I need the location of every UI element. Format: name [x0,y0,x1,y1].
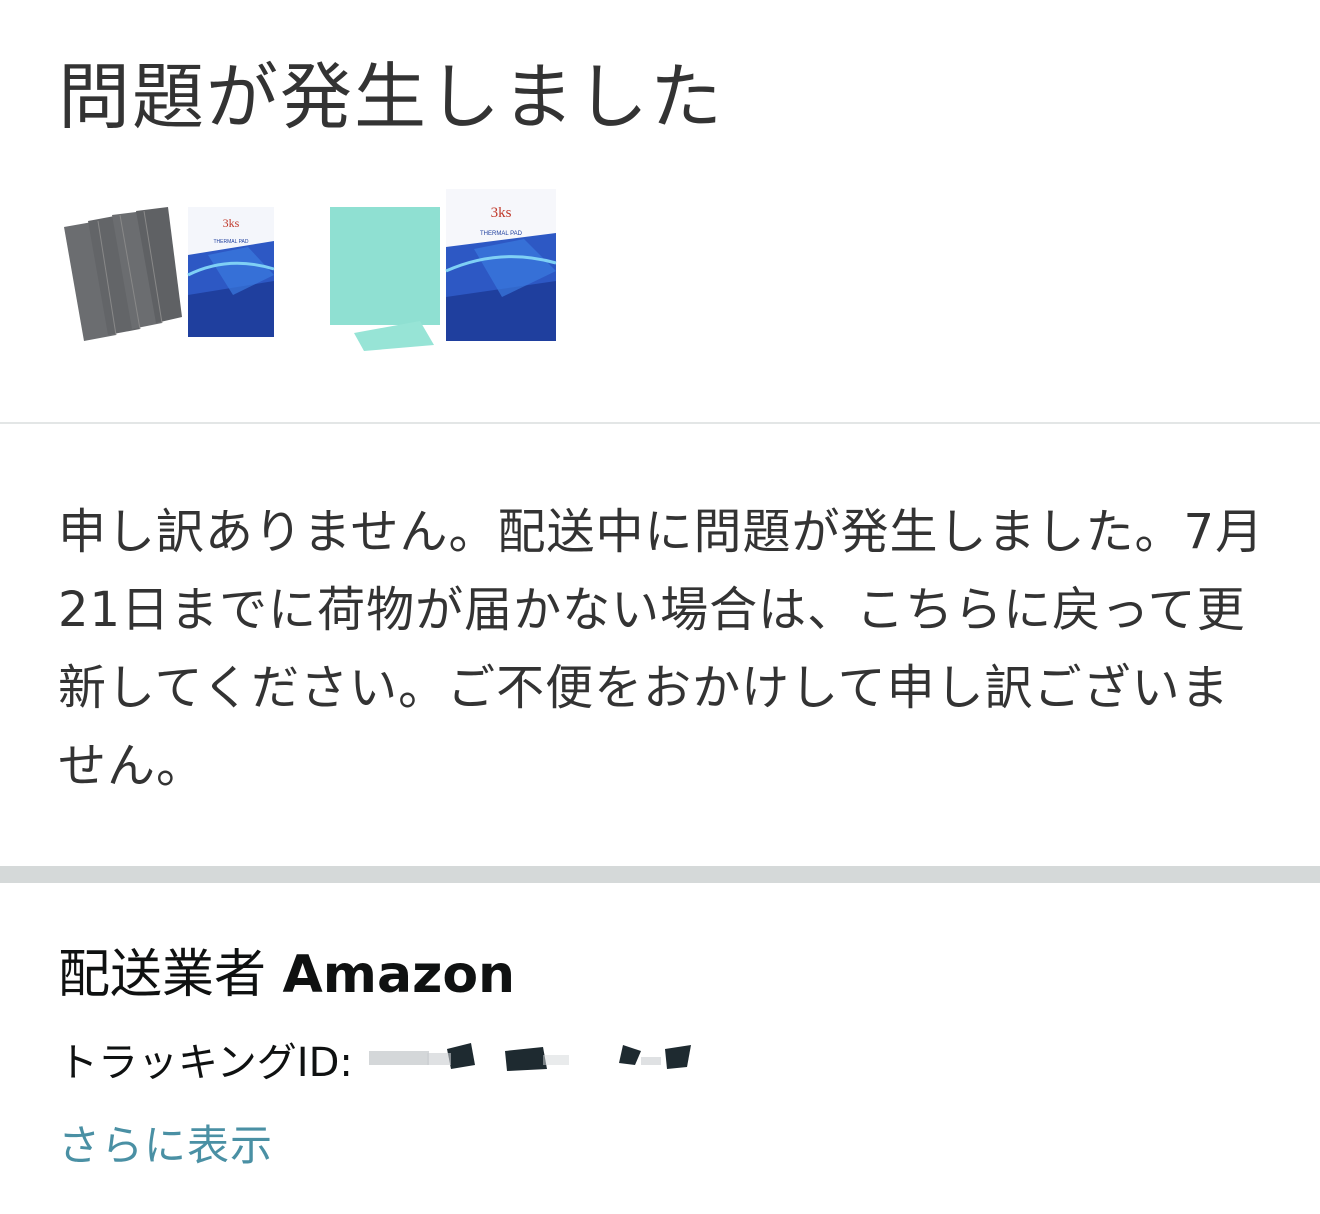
svg-text:3ks: 3ks [491,205,512,221]
svg-text:THERMAL PAD: THERMAL PAD [213,239,248,245]
delivery-problem-message: 申し訳ありません。配送中に問題が発生しました。7月21日までに荷物が届かない場合… [58,504,1265,794]
svg-text:THERMAL PAD: THERMAL PAD [480,231,523,237]
svg-text:3ks: 3ks [223,216,240,230]
page-title: 問題が発生しました [58,55,725,139]
divider [0,422,1320,424]
tracking-row: トラッキングID: [58,1030,707,1088]
thermal-pad-gray-image[interactable]: 3ks THERMAL PAD [58,185,288,355]
tracking-label: トラッキングID: [58,1040,353,1086]
carrier-name: Amazon [282,945,516,1005]
show-more-link[interactable]: さらに表示 [58,1112,273,1173]
product-images: 3ks THERMAL PAD 3ks THERMAL PAD [58,185,618,355]
carrier-label: 配送業者 [58,945,267,1005]
page: 問題が発生しました 3ks THERMAL PAD 3ks THERMAL PA… [0,0,1320,1214]
thermal-pad-teal-image[interactable]: 3ks THERMAL PAD [324,185,564,355]
redacted-tracking-id [367,1035,707,1083]
carrier-info: 配送業者 Amazon [58,932,515,1007]
section-divider [0,866,1320,883]
